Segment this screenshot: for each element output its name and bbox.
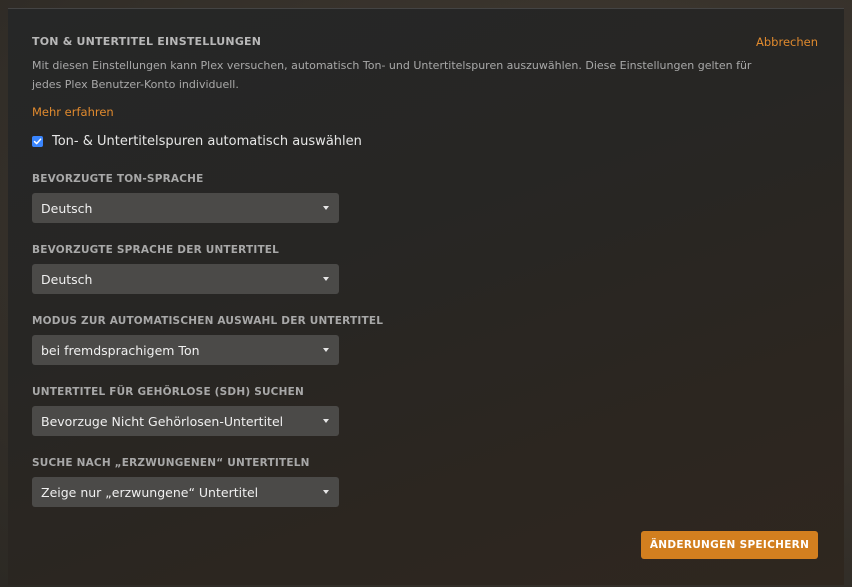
dialog-title: TON & UNTERTITEL EINSTELLUNGEN xyxy=(32,35,262,48)
subtitle-mode-select[interactable]: bei fremdsprachigem Ton xyxy=(32,335,339,365)
caret-down-icon xyxy=(323,206,329,210)
page-background: TON & UNTERTITEL EINSTELLUNGEN Abbrechen… xyxy=(0,0,852,587)
caret-down-icon xyxy=(323,348,329,352)
subtitle-mode-value: bei fremdsprachigem Ton xyxy=(41,342,200,358)
cancel-link[interactable]: Abbrechen xyxy=(756,35,818,49)
audio-language-select[interactable]: Deutsch xyxy=(32,193,339,223)
auto-select-label: Ton- & Untertitelspuren automatisch ausw… xyxy=(52,134,362,149)
caret-down-icon xyxy=(323,419,329,423)
subtitle-language-select[interactable]: Deutsch xyxy=(32,264,339,294)
caret-down-icon xyxy=(323,490,329,494)
learn-more-link[interactable]: Mehr erfahren xyxy=(32,105,114,119)
audio-language-label: BEVORZUGTE TON-SPRACHE xyxy=(32,173,204,185)
checkmark-icon xyxy=(33,138,42,145)
subtitle-language-value: Deutsch xyxy=(41,271,93,287)
sdh-search-label: UNTERTITEL FÜR GEHÖRLOSE (SDH) SUCHEN xyxy=(32,386,304,398)
subtitle-mode-label: MODUS ZUR AUTOMATISCHEN AUSWAHL DER UNTE… xyxy=(32,315,384,327)
audio-subtitle-settings-dialog: TON & UNTERTITEL EINSTELLUNGEN Abbrechen… xyxy=(8,8,844,585)
forced-subtitles-select[interactable]: Zeige nur „erzwungene“ Untertitel xyxy=(32,477,339,507)
subtitle-language-label: BEVORZUGTE SPRACHE DER UNTERTITEL xyxy=(32,244,280,256)
forced-subtitles-label: SUCHE NACH „ERZWUNGENEN“ UNTERTITELN xyxy=(32,457,310,469)
auto-select-row[interactable]: Ton- & Untertitelspuren automatisch ausw… xyxy=(32,134,362,149)
sdh-search-select[interactable]: Bevorzuge Nicht Gehörlosen-Untertitel xyxy=(32,406,339,436)
sdh-search-value: Bevorzuge Nicht Gehörlosen-Untertitel xyxy=(41,413,284,429)
caret-down-icon xyxy=(323,277,329,281)
dialog-description: Mit diesen Einstellungen kann Plex versu… xyxy=(32,59,752,91)
audio-language-value: Deutsch xyxy=(41,200,93,216)
auto-select-checkbox[interactable] xyxy=(32,136,43,147)
save-changes-button[interactable]: ÄNDERUNGEN SPEICHERN xyxy=(641,531,818,559)
forced-subtitles-value: Zeige nur „erzwungene“ Untertitel xyxy=(41,484,259,500)
